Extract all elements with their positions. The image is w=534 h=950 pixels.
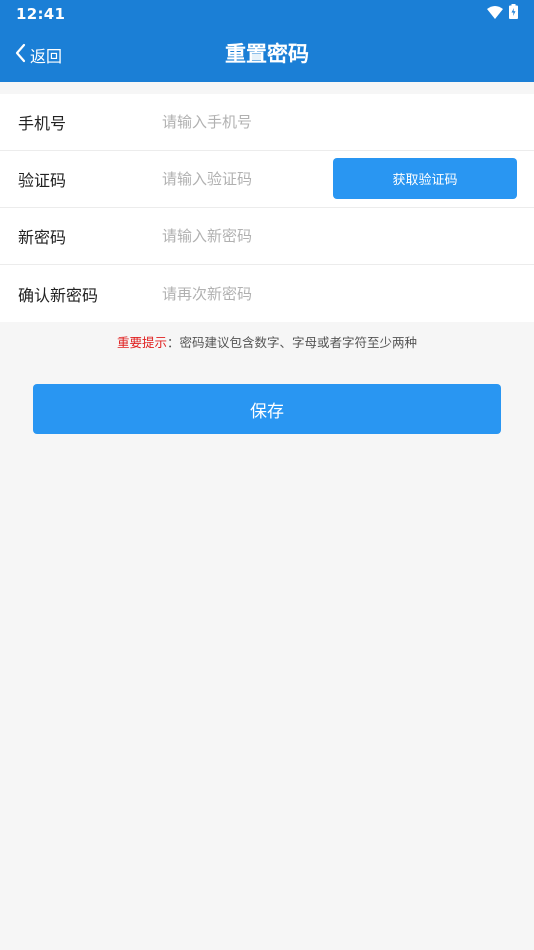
hint-key: 重要提示 (116, 335, 167, 350)
back-button[interactable]: 返回 (14, 27, 62, 82)
status-icons (487, 4, 518, 23)
phone-label: 手机号 (18, 114, 67, 133)
confirm-password-row: 确认新密码 (0, 265, 534, 322)
new-password-input[interactable] (162, 216, 322, 256)
reset-password-form: 手机号 验证码 获取验证码 新密码 确认新密码 (0, 94, 534, 322)
code-input[interactable] (162, 159, 322, 199)
confirm-password-label: 确认新密码 (18, 285, 99, 305)
nav-bar: 返回 重置密码 (0, 27, 534, 82)
code-label: 验证码 (18, 171, 67, 190)
new-password-label: 新密码 (18, 228, 67, 247)
phone-row: 手机号 (0, 94, 534, 151)
new-password-row: 新密码 (0, 208, 534, 265)
page-title: 重置密码 (225, 42, 309, 66)
phone-input[interactable] (162, 102, 322, 142)
status-time: 12:41 (16, 4, 66, 23)
password-hint: 重要提示：密码建议包含数字、字母或者字符至少两种 (0, 332, 534, 351)
hint-separator: ： (166, 335, 180, 350)
status-bar: 12:41 (0, 0, 534, 27)
hint-text: 密码建议包含数字、字母或者字符至少两种 (179, 335, 418, 350)
code-row: 验证码 获取验证码 (0, 151, 534, 208)
wifi-icon (487, 4, 503, 23)
chevron-left-icon (14, 43, 26, 67)
confirm-password-input[interactable] (162, 273, 322, 314)
get-code-button[interactable]: 获取验证码 (333, 158, 517, 199)
battery-charging-icon (509, 4, 518, 23)
back-label: 返回 (30, 46, 63, 66)
save-button[interactable]: 保存 (33, 384, 501, 434)
